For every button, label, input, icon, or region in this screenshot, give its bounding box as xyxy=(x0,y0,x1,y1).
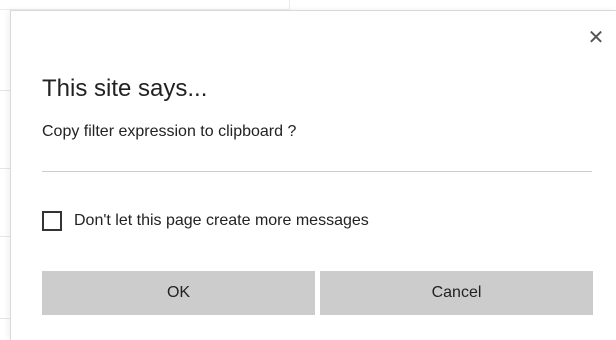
background-divider xyxy=(0,318,10,319)
alert-dialog: ✕ This site says... Copy filter expressi… xyxy=(10,10,616,340)
cancel-button[interactable]: Cancel xyxy=(320,271,593,315)
suppress-messages-checkbox[interactable]: Don't let this page create more messages xyxy=(42,209,369,233)
background-divider xyxy=(0,168,10,169)
dialog-title: This site says... xyxy=(42,75,208,102)
ok-button[interactable]: OK xyxy=(42,271,315,315)
checkbox-label: Don't let this page create more messages xyxy=(74,212,369,229)
close-icon[interactable]: ✕ xyxy=(584,25,608,49)
page: ✕ This site says... Copy filter expressi… xyxy=(0,0,616,340)
background-divider xyxy=(0,236,10,237)
dialog-message: Copy filter expression to clipboard ? xyxy=(42,123,297,140)
divider xyxy=(42,171,592,172)
background-page-edge xyxy=(0,0,290,10)
background-divider xyxy=(0,90,10,91)
checkbox-box[interactable] xyxy=(42,211,62,231)
